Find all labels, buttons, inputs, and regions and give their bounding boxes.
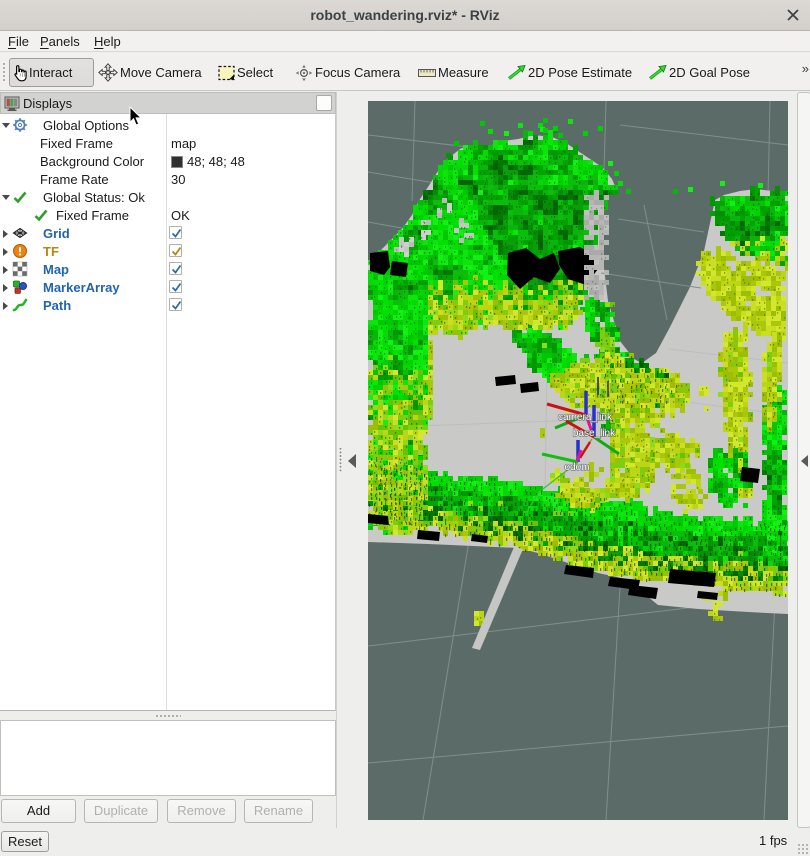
svg-text:camera_link: camera_link <box>558 412 613 423</box>
svg-text:odom: odom <box>564 462 589 473</box>
svg-text:base_link: base_link <box>573 428 616 439</box>
